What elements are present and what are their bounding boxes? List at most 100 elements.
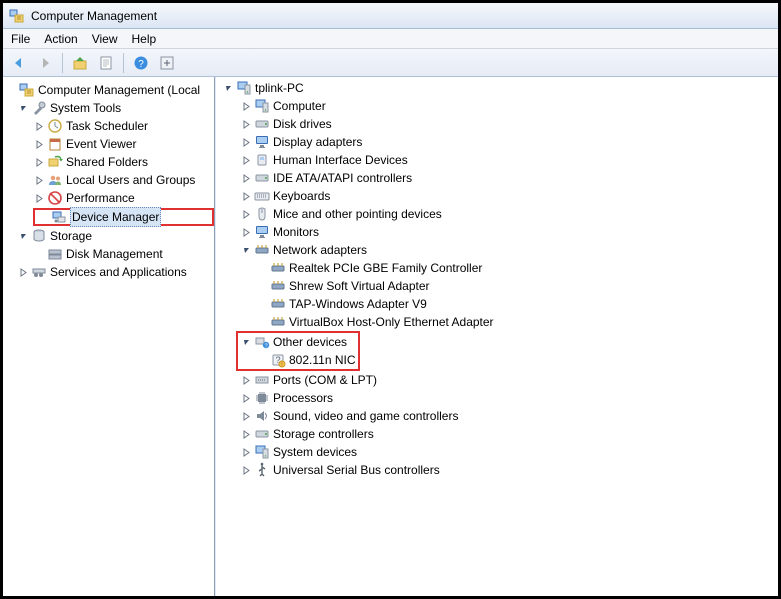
- dev-monitors[interactable]: Monitors: [216, 223, 778, 241]
- dev-label: VirtualBox Host-Only Ethernet Adapter: [289, 313, 494, 331]
- dev-other-nic[interactable]: 802.11n NIC: [240, 351, 356, 369]
- help-button[interactable]: [129, 52, 153, 74]
- dev-label: Realtek PCIe GBE Family Controller: [289, 259, 482, 277]
- tree-local-users[interactable]: Local Users and Groups: [3, 171, 214, 189]
- expand-toggle[interactable]: [240, 446, 252, 458]
- properties-button[interactable]: [94, 52, 118, 74]
- expand-toggle[interactable]: [240, 428, 252, 440]
- dev-display[interactable]: Display adapters: [216, 133, 778, 151]
- expand-toggle[interactable]: [240, 244, 252, 256]
- window-title: Computer Management: [31, 9, 157, 23]
- expand-toggle[interactable]: [33, 138, 45, 150]
- dev-other[interactable]: Other devices: [240, 333, 356, 351]
- dev-hid[interactable]: Human Interface Devices: [216, 151, 778, 169]
- network-icon: [270, 278, 286, 294]
- expand-toggle[interactable]: [240, 464, 252, 476]
- menu-file[interactable]: File: [11, 32, 30, 46]
- expand-toggle[interactable]: [240, 374, 252, 386]
- dev-label: IDE ATA/ATAPI controllers: [273, 169, 412, 187]
- expand-toggle[interactable]: [33, 192, 45, 204]
- dev-network[interactable]: Network adapters: [216, 241, 778, 259]
- dev-net-vbox[interactable]: VirtualBox Host-Only Ethernet Adapter: [216, 313, 778, 331]
- dev-sound[interactable]: Sound, video and game controllers: [216, 407, 778, 425]
- expand-toggle[interactable]: [240, 190, 252, 202]
- dev-usb[interactable]: Universal Serial Bus controllers: [216, 461, 778, 479]
- expand-toggle[interactable]: [240, 100, 252, 112]
- dev-computer[interactable]: Computer: [216, 97, 778, 115]
- monitor-icon: [254, 224, 270, 240]
- expand-toggle[interactable]: [33, 120, 45, 132]
- ports-icon: [254, 372, 270, 388]
- dev-label: tplink-PC: [255, 79, 304, 97]
- expand-toggle[interactable]: [240, 208, 252, 220]
- dev-label: Disk drives: [273, 115, 332, 133]
- expand-toggle[interactable]: [240, 226, 252, 238]
- tree-storage[interactable]: Storage: [3, 227, 214, 245]
- expand-toggle[interactable]: [17, 102, 29, 114]
- up-button[interactable]: [68, 52, 92, 74]
- storage-icon: [31, 228, 47, 244]
- expand-toggle[interactable]: [240, 336, 252, 348]
- other-devices-icon: [254, 334, 270, 350]
- dev-storage-ctrl[interactable]: Storage controllers: [216, 425, 778, 443]
- tree-performance[interactable]: Performance: [3, 189, 214, 207]
- expand-toggle[interactable]: [240, 410, 252, 422]
- expand-toggle[interactable]: [240, 392, 252, 404]
- dev-net-realtek[interactable]: Realtek PCIe GBE Family Controller: [216, 259, 778, 277]
- dev-keyboards[interactable]: Keyboards: [216, 187, 778, 205]
- tree-services-apps[interactable]: Services and Applications: [3, 263, 214, 281]
- device-manager-icon: [51, 209, 67, 225]
- content-area: Computer Management (Local System Tools …: [3, 77, 778, 596]
- tree-shared-folders[interactable]: Shared Folders: [3, 153, 214, 171]
- expand-toggle[interactable]: [33, 156, 45, 168]
- tree-task-scheduler[interactable]: Task Scheduler: [3, 117, 214, 135]
- dev-processors[interactable]: Processors: [216, 389, 778, 407]
- tree-label: Storage: [50, 227, 92, 245]
- forward-button[interactable]: [33, 52, 57, 74]
- expand-toggle[interactable]: [240, 136, 252, 148]
- network-icon: [254, 242, 270, 258]
- left-tree-pane[interactable]: Computer Management (Local System Tools …: [3, 77, 215, 596]
- computer-icon: [254, 98, 270, 114]
- expand-toggle[interactable]: [222, 82, 234, 94]
- menu-help[interactable]: Help: [132, 32, 157, 46]
- display-icon: [254, 134, 270, 150]
- dev-label: Sound, video and game controllers: [273, 407, 458, 425]
- right-tree-pane[interactable]: tplink-PC Computer Disk drives Display a…: [215, 77, 778, 596]
- clock-icon: [47, 118, 63, 134]
- dev-ide[interactable]: IDE ATA/ATAPI controllers: [216, 169, 778, 187]
- tree-event-viewer[interactable]: Event Viewer: [3, 135, 214, 153]
- expand-toggle[interactable]: [240, 118, 252, 130]
- expand-toggle[interactable]: [240, 154, 252, 166]
- tree-system-tools[interactable]: System Tools: [3, 99, 214, 117]
- tree-device-manager[interactable]: Device Manager: [33, 208, 214, 226]
- expand-toggle[interactable]: [17, 230, 29, 242]
- dev-ports[interactable]: Ports (COM & LPT): [216, 371, 778, 389]
- system-device-icon: [254, 444, 270, 460]
- computer-icon: [236, 80, 252, 96]
- network-icon: [270, 314, 286, 330]
- dev-label: Monitors: [273, 223, 319, 241]
- keyboard-icon: [254, 188, 270, 204]
- expand-toggle[interactable]: [17, 266, 29, 278]
- back-button[interactable]: [7, 52, 31, 74]
- menu-action[interactable]: Action: [44, 32, 77, 46]
- tree-label: Device Manager: [70, 207, 161, 227]
- dev-root[interactable]: tplink-PC: [216, 79, 778, 97]
- tree-label: Event Viewer: [66, 135, 136, 153]
- dev-net-tap[interactable]: TAP-Windows Adapter V9: [216, 295, 778, 313]
- refresh-button[interactable]: [155, 52, 179, 74]
- expand-toggle[interactable]: [33, 174, 45, 186]
- dev-system[interactable]: System devices: [216, 443, 778, 461]
- dev-mice[interactable]: Mice and other pointing devices: [216, 205, 778, 223]
- processor-icon: [254, 390, 270, 406]
- dev-net-shrew[interactable]: Shrew Soft Virtual Adapter: [216, 277, 778, 295]
- event-icon: [47, 136, 63, 152]
- menu-view[interactable]: View: [92, 32, 118, 46]
- tree-disk-management[interactable]: Disk Management: [3, 245, 214, 263]
- tree-label: Local Users and Groups: [66, 171, 195, 189]
- expand-toggle[interactable]: [240, 172, 252, 184]
- dev-label: Processors: [273, 389, 333, 407]
- dev-disk-drives[interactable]: Disk drives: [216, 115, 778, 133]
- tree-root[interactable]: Computer Management (Local: [3, 81, 214, 99]
